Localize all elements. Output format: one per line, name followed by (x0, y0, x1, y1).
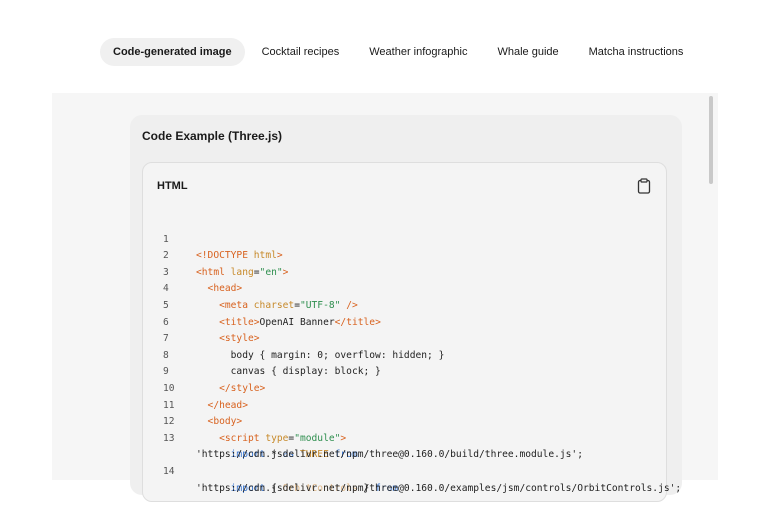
code-example-card: Code Example (Three.js) HTML 1 <!DOCTYPE… (130, 115, 682, 502)
code-line: 11 <body> (163, 399, 243, 428)
code-language-label: HTML (157, 180, 188, 192)
clipboard-icon (637, 178, 651, 194)
code-content: 1 <!DOCTYPE html> 2 <html lang="en"> 3 <… (143, 215, 682, 494)
copy-code-button[interactable] (637, 178, 651, 194)
code-block: HTML 1 <!DOCTYPE html> 2 <html lang="en"… (142, 162, 682, 502)
code-line: 9 </style> (163, 366, 266, 394)
code-line: 7 body { margin: 0; overflow: hidden; } (163, 333, 445, 361)
card-title: Code Example (Three.js) (142, 129, 283, 143)
example-tabs: Code-generated image Cocktail recipes We… (100, 38, 696, 66)
code-line: 2 <html lang="en"> (163, 250, 289, 278)
tab-code-generated-image[interactable]: Code-generated image (100, 38, 245, 66)
code-line: 6 <style> (163, 316, 260, 345)
tab-whale-guide[interactable]: Whale guide (484, 38, 571, 66)
tab-cocktail-recipes[interactable]: Cocktail recipes (249, 38, 353, 66)
code-line: 14 import { OrbitControls } from (163, 465, 399, 494)
tab-matcha-instructions[interactable]: Matcha instructions (576, 38, 697, 66)
code-line: 10 </head> (163, 382, 248, 411)
code-line-wrap: 'https://cdn.jsdelivr.net/npm/three@0.16… (196, 482, 682, 494)
code-line: 12 <script type="module"> (163, 416, 347, 444)
code-line-wrap: 'https://cdn.jsdelivr.net/npm/three@0.16… (196, 449, 583, 461)
tab-weather-infographic[interactable]: Weather infographic (356, 38, 480, 66)
code-line: 4 <meta charset="UTF-8" /> (163, 283, 358, 311)
code-line: 1 <!DOCTYPE html> (163, 233, 283, 262)
scrollbar-thumb[interactable] (709, 96, 713, 184)
code-line: 8 canvas { display: block; } (163, 349, 381, 378)
code-line: 3 <head> (163, 266, 243, 295)
code-line: 13 import * as THREE from (163, 432, 358, 461)
code-line: 5 <title>OpenAI Banner</title> (163, 299, 381, 328)
